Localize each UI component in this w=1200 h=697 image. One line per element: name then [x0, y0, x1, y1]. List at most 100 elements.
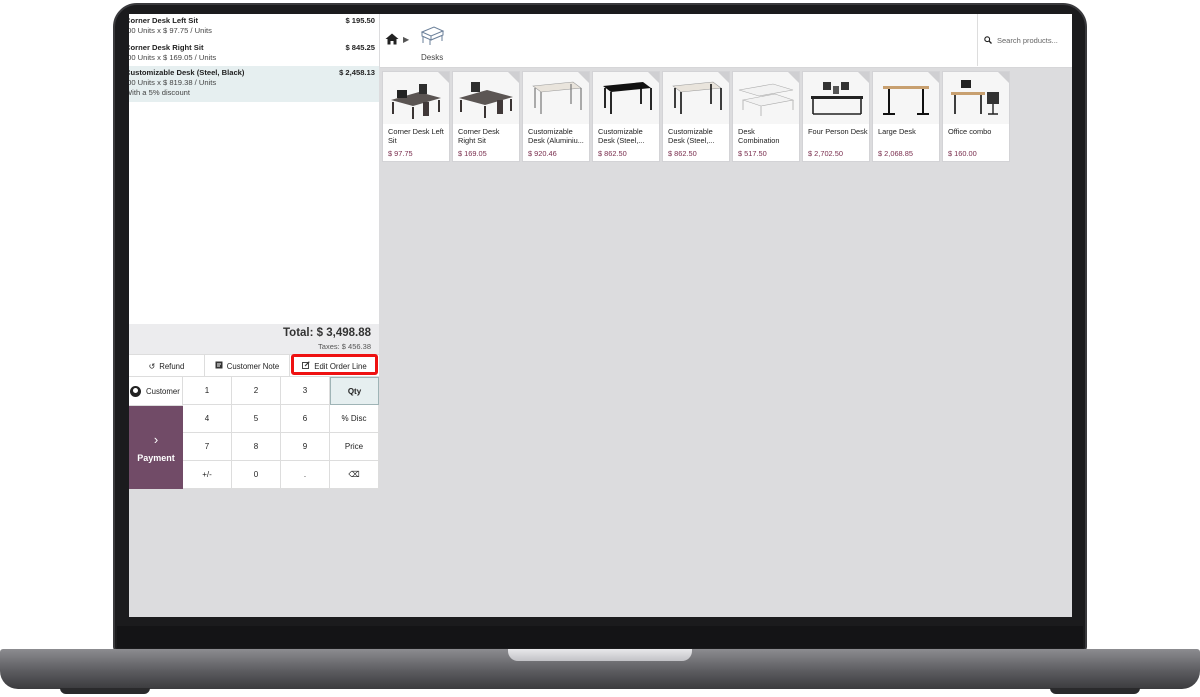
user-icon [130, 385, 141, 397]
numpad-key-7[interactable]: 7 [183, 433, 232, 461]
home-icon[interactable] [385, 33, 399, 45]
search-icon [984, 36, 992, 44]
order-panel: Corner Desk Left Sit $ 195.50 .00 Units … [129, 14, 379, 489]
order-total: Total: $ 3,498.88 [283, 327, 371, 339]
product-name: Four Person Desk [808, 127, 868, 136]
product-price: $ 97.75 [388, 149, 413, 158]
order-line-detail: .00 Units x $ 819.38 / Units [129, 78, 217, 87]
numpad-key-8[interactable]: 8 [232, 433, 281, 461]
product-name: Corner Desk Right Sit [458, 127, 500, 145]
customer-note-button[interactable]: Customer Note [205, 355, 290, 377]
product-info-tag-icon[interactable] [788, 72, 799, 83]
product-info-tag-icon[interactable] [858, 72, 869, 83]
customer-label: Customer [146, 386, 180, 396]
product-name: Desk Combination [738, 127, 780, 145]
numpad-key-9[interactable]: 9 [281, 433, 330, 461]
numpad-key-plus-minus[interactable]: +/- [183, 461, 232, 489]
order-lines: Corner Desk Left Sit $ 195.50 .00 Units … [129, 14, 379, 324]
numpad-key-0[interactable]: 0 [232, 461, 281, 489]
product-card[interactable]: Customizable Desk (Steel,... $ 862.50 [592, 71, 660, 162]
product-price: $ 920.46 [528, 149, 557, 158]
qty-mode-button[interactable]: Qty [330, 377, 379, 405]
laptop-bezel [117, 626, 1083, 648]
product-info-tag-icon[interactable] [438, 72, 449, 83]
order-line[interactable]: Corner Desk Right Sit $ 845.25 .00 Units… [129, 41, 379, 68]
breadcrumb-caret-icon: ▶ [403, 35, 410, 44]
search-input[interactable] [997, 35, 1072, 45]
product-name: Office combo [948, 127, 992, 136]
product-card[interactable]: Customizable Desk (Aluminiu... $ 920.46 [522, 71, 590, 162]
price-mode-button[interactable]: Price [330, 433, 379, 461]
breadcrumb-category[interactable]: Desks [421, 53, 443, 62]
order-line-name: Customizable Desk (Steel, Black) [129, 68, 245, 77]
numpad-key-5[interactable]: 5 [232, 405, 281, 433]
order-line-name: Corner Desk Left Sit [129, 16, 199, 25]
product-info-tag-icon[interactable] [578, 72, 589, 83]
order-line-detail: .00 Units x $ 97.75 / Units [129, 26, 212, 35]
numpad-key-1[interactable]: 1 [183, 377, 232, 405]
product-card[interactable]: Corner Desk Left Sit $ 97.75 [382, 71, 450, 162]
customer-note-label: Customer Note [226, 361, 280, 371]
payment-button[interactable]: › Payment [129, 406, 183, 489]
laptop-foot-right [1050, 688, 1140, 694]
product-card[interactable]: Corner Desk Right Sit $ 169.05 [452, 71, 520, 162]
order-taxes: Taxes: $ 456.38 [318, 342, 371, 351]
numpad-key-4[interactable]: 4 [183, 405, 232, 433]
order-totals: Total: $ 3,498.88 Taxes: $ 456.38 [129, 324, 379, 354]
product-panel: ▶ Desks Search products... Corner Desk L… [380, 14, 1072, 617]
product-name: Large Desk [878, 127, 916, 136]
product-price: $ 862.50 [598, 149, 627, 158]
payment-label: Payment [137, 453, 175, 463]
product-info-tag-icon[interactable] [718, 72, 729, 83]
product-name: Customizable Desk (Aluminiu... [528, 127, 584, 145]
control-buttons: ↺ Refund Customer Note Edit Order Line [129, 354, 379, 377]
order-line-detail: .00 Units x $ 169.05 / Units [129, 53, 217, 62]
edit-order-line-label: Edit Order Line [314, 361, 367, 371]
laptop-foot-left [60, 688, 150, 694]
edit-order-line-button[interactable]: Edit Order Line [290, 355, 379, 377]
desk-category-icon[interactable] [419, 24, 445, 46]
note-icon [215, 361, 223, 371]
edit-icon [302, 361, 310, 371]
product-price: $ 517.50 [738, 149, 767, 158]
product-info-tag-icon[interactable] [928, 72, 939, 83]
chevron-right-icon: › [153, 432, 159, 447]
product-name: Corner Desk Left Sit [388, 127, 444, 145]
order-line-discount: With a 5% discount [129, 88, 190, 97]
product-price: $ 862.50 [668, 149, 697, 158]
numpad-key-decimal[interactable]: . [281, 461, 330, 489]
order-line[interactable]: Corner Desk Left Sit $ 195.50 .00 Units … [129, 14, 379, 41]
product-price: $ 2,702.50 [808, 149, 843, 158]
product-price: $ 169.05 [458, 149, 487, 158]
numpad-key-2[interactable]: 2 [232, 377, 281, 405]
product-info-tag-icon[interactable] [508, 72, 519, 83]
product-card[interactable]: Four Person Desk $ 2,702.50 [802, 71, 870, 162]
numpad-key-3[interactable]: 3 [281, 377, 330, 405]
order-line-name: Corner Desk Right Sit [129, 43, 204, 52]
undo-icon: ↺ [148, 361, 156, 371]
product-card[interactable]: Desk Combination $ 517.50 [732, 71, 800, 162]
product-card[interactable]: Office combo $ 160.00 [942, 71, 1010, 162]
pos-screen: Corner Desk Left Sit $ 195.50 .00 Units … [129, 14, 1072, 617]
product-card[interactable]: Large Desk $ 2,068.85 [872, 71, 940, 162]
customer-button[interactable]: Customer [129, 377, 183, 406]
order-line-price: $ 195.50 [345, 16, 375, 25]
order-line-selected[interactable]: Customizable Desk (Steel, Black) $ 2,458… [129, 66, 379, 102]
numpad-key-6[interactable]: 6 [281, 405, 330, 433]
product-name: Customizable Desk (Steel,... [598, 127, 645, 145]
laptop-notch [508, 649, 692, 661]
product-topbar: ▶ Desks [380, 14, 1072, 68]
refund-label: Refund [159, 361, 185, 371]
discount-mode-button[interactable]: % Disc [330, 405, 379, 433]
product-info-tag-icon[interactable] [648, 72, 659, 83]
product-price: $ 160.00 [948, 149, 977, 158]
refund-button[interactable]: ↺ Refund [129, 355, 205, 377]
numpad-area: Customer › Payment 1 2 3 Qty 4 5 6 % Dis… [129, 376, 379, 489]
product-grid: Corner Desk Left Sit $ 97.75 Corner Desk… [382, 71, 1022, 164]
backspace-button[interactable]: ⌫ [330, 461, 379, 489]
order-line-price: $ 2,458.13 [339, 68, 375, 77]
product-info-tag-icon[interactable] [998, 72, 1009, 83]
search-box [977, 14, 1072, 66]
product-card[interactable]: Customizable Desk (Steel,... $ 862.50 [662, 71, 730, 162]
product-name: Customizable Desk (Steel,... [668, 127, 715, 145]
